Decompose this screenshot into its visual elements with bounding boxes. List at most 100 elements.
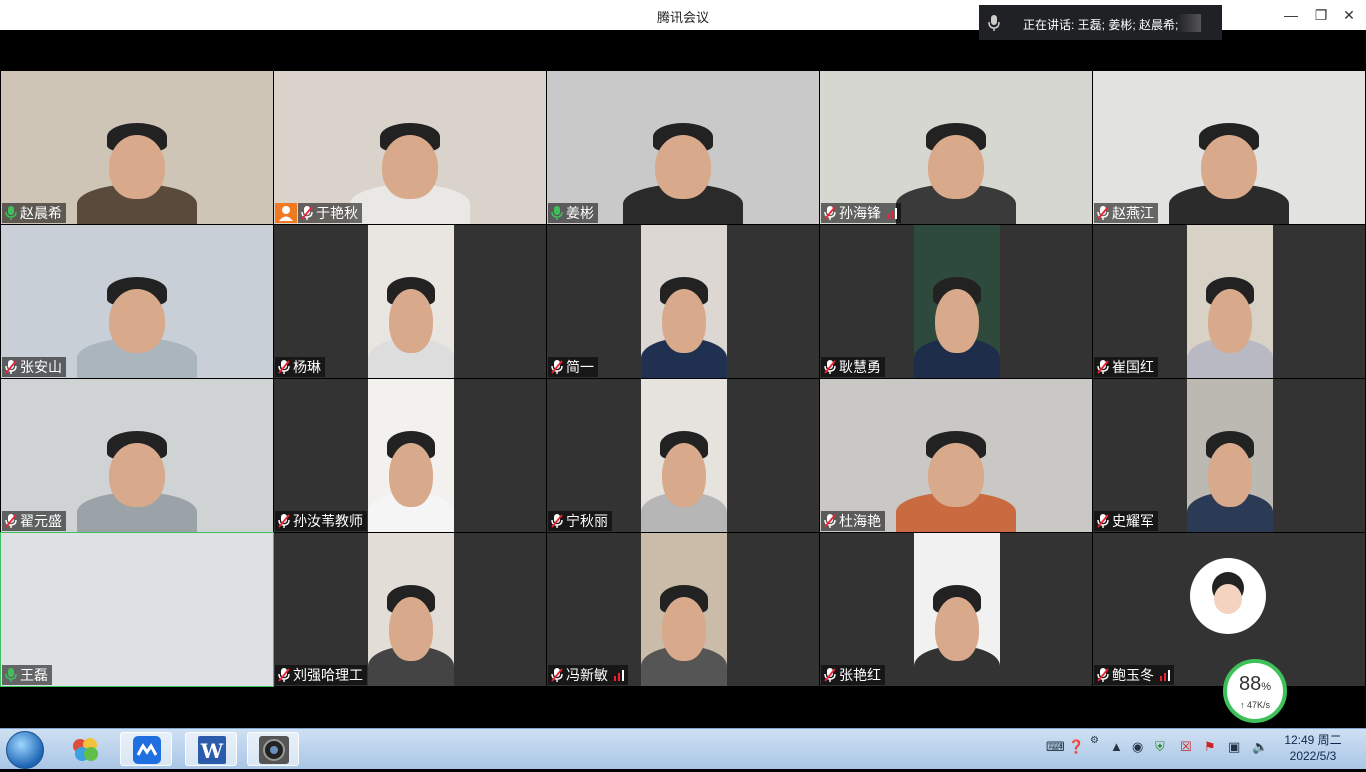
participant-video (1, 225, 273, 378)
person-face (935, 597, 979, 662)
participant-tile[interactable]: 宁秋丽 (547, 379, 819, 532)
participant-label: 张艳红 (821, 665, 885, 685)
network-icon[interactable]: ▣ (1228, 739, 1240, 755)
microphone-muted-icon (550, 359, 564, 375)
participant-label: 赵燕江 (1094, 203, 1158, 223)
microphone-icon (4, 205, 18, 221)
speaking-prefix: 正在讲话: (1023, 18, 1078, 32)
ime-icon[interactable]: ⚙ (1090, 735, 1099, 746)
microphone-icon (988, 15, 1000, 31)
start-button[interactable] (6, 731, 44, 769)
participant-name: 宁秋丽 (566, 513, 608, 529)
participant-tile[interactable]: 冯新敏 (547, 533, 819, 686)
participant-video (1093, 71, 1365, 224)
participant-tile[interactable]: 赵燕江 (1093, 71, 1365, 224)
speaking-names: 王磊; 姜彬; 赵晨希; (1077, 18, 1179, 32)
microphone-muted-icon (823, 513, 837, 529)
person-face (655, 135, 711, 200)
participant-tile[interactable]: 姜彬 (547, 71, 819, 224)
clock-time: 12:49 周二 (1284, 733, 1342, 747)
participant-name: 史耀军 (1112, 513, 1154, 529)
restore-button[interactable]: ❐ (1310, 5, 1332, 25)
participant-tile[interactable]: 翟元盛 (1, 379, 273, 532)
word-taskbar[interactable]: W (185, 732, 237, 766)
participant-video (368, 379, 454, 532)
participant-tile[interactable]: 杨琳 (274, 225, 546, 378)
participant-tile[interactable]: 王磊 (0, 532, 274, 687)
speaking-indicator: 正在讲话: 王磊; 姜彬; 赵晨希; (979, 5, 1222, 40)
network-percent: 88% (1238, 673, 1272, 695)
participant-video (914, 225, 1000, 378)
microphone-icon (4, 667, 18, 683)
keyboard-icon[interactable]: ⌨ (1046, 739, 1065, 755)
microphone-muted-icon (550, 513, 564, 529)
participant-tile[interactable]: 崔国红 (1093, 225, 1365, 378)
paint-app-taskbar[interactable] (60, 732, 112, 766)
person-face (389, 597, 433, 662)
participant-avatar (1190, 558, 1266, 634)
participant-label: 史耀军 (1094, 511, 1158, 531)
participant-name: 杜海艳 (839, 513, 881, 529)
minimize-button[interactable]: — (1280, 5, 1302, 25)
microphone-muted-icon (300, 205, 314, 221)
participant-name: 姜彬 (566, 205, 594, 221)
person-face (389, 289, 433, 354)
participant-label: 冯新敏 (548, 665, 628, 685)
participant-tile[interactable]: 简一 (547, 225, 819, 378)
speaking-text: 正在讲话: 王磊; 姜彬; 赵晨希; (1023, 16, 1178, 33)
system-clock[interactable]: 12:49 周二 2022/5/3 (1280, 732, 1346, 764)
help-icon[interactable]: ❓ (1068, 739, 1084, 755)
microphone-icon (550, 205, 564, 221)
microphone-muted-icon (1096, 513, 1110, 529)
participant-tile[interactable]: 史耀军 (1093, 379, 1365, 532)
participant-label: 耿慧勇 (821, 357, 885, 377)
participant-tile[interactable]: 孙海锋 (820, 71, 1092, 224)
person-face (662, 289, 706, 354)
show-hidden-icons-icon[interactable]: ▲ (1110, 739, 1123, 754)
participant-name: 简一 (566, 359, 594, 375)
participant-tile[interactable]: 鲍玉冬 (1093, 533, 1365, 686)
security-shield-icon[interactable]: ⛨ (1155, 739, 1165, 755)
participant-video (1, 533, 273, 686)
participant-name: 赵晨希 (20, 205, 62, 221)
microphone-muted-icon (550, 667, 564, 683)
person-face (1201, 135, 1257, 200)
camera-taskbar[interactable] (247, 732, 299, 766)
qq-icon[interactable]: ◉ (1132, 739, 1143, 755)
host-badge-icon (275, 203, 297, 223)
tencent-meeting-taskbar[interactable] (120, 732, 172, 766)
participant-label: 简一 (548, 357, 598, 377)
participant-tile[interactable]: 赵晨希 (1, 71, 273, 224)
participant-video (1187, 379, 1273, 532)
participant-name: 翟元盛 (20, 513, 62, 529)
flag-icon[interactable]: ⚑ (1204, 739, 1216, 755)
participant-tile[interactable]: 杜海艳 (820, 379, 1092, 532)
microphone-muted-icon (4, 359, 18, 375)
person-face (662, 597, 706, 662)
volume-icon[interactable]: 🔈 (1252, 739, 1268, 755)
person-face (928, 135, 984, 200)
participant-label: 于艳秋 (298, 203, 362, 223)
participant-tile[interactable]: 耿慧勇 (820, 225, 1092, 378)
network-blocked-icon[interactable]: ☒ (1180, 739, 1192, 755)
tencent-meeting-icon (133, 736, 161, 764)
participant-tile[interactable]: 于艳秋 (274, 71, 546, 224)
participant-tile[interactable]: 孙汝苇教师 (274, 379, 546, 532)
participant-label: 孙海锋 (821, 203, 901, 223)
participant-tile[interactable]: 张安山 (1, 225, 273, 378)
participant-name: 于艳秋 (316, 205, 358, 221)
participant-tile[interactable]: 张艳红 (820, 533, 1092, 686)
microphone-muted-icon (823, 205, 837, 221)
participant-name: 赵燕江 (1112, 205, 1154, 221)
signal-strength-icon (614, 669, 624, 681)
participant-label: 张安山 (2, 357, 66, 377)
close-button[interactable]: ✕ (1338, 5, 1360, 25)
participant-tile[interactable]: 刘强哈理工 (274, 533, 546, 686)
participant-label: 宁秋丽 (548, 511, 612, 531)
person-face (928, 443, 984, 508)
person-face (662, 443, 706, 508)
participant-name: 耿慧勇 (839, 359, 881, 375)
participant-video (274, 71, 546, 224)
participant-label: 鲍玉冬 (1094, 665, 1174, 685)
network-status[interactable]: 88% ↑ 47K/s (1223, 659, 1287, 723)
